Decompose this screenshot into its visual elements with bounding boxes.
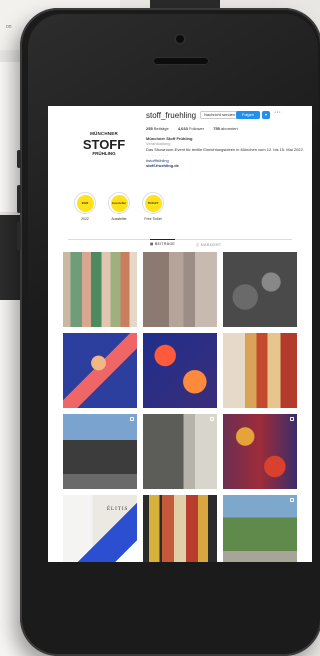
logo-line-2: STOFF: [82, 136, 126, 152]
multiple-images-icon: [130, 417, 134, 421]
followers-count[interactable]: 4,033 Follower: [178, 126, 204, 131]
highlight-ring: 2022: [74, 192, 96, 214]
highlight-cover: TICKET: [144, 194, 162, 212]
profile-header: MÜNCHNER STOFF FRÜHLING stoff_fruehling …: [48, 106, 312, 181]
post-elitis-showroom[interactable]: ÉLITIS: [63, 495, 137, 562]
post-illustrated-chair[interactable]: [63, 333, 137, 408]
bio-description: Das Showroom-Event für textile Einrichtu…: [146, 146, 304, 152]
highlight-label: 2022: [81, 217, 89, 221]
post-hanging-textiles[interactable]: [223, 333, 297, 408]
post-fabric-rolls[interactable]: [143, 252, 217, 327]
highlight-ring: Aussteller: [108, 192, 130, 214]
tab-label: MARKIERT: [200, 243, 222, 247]
highlight-cover: 2022: [76, 194, 94, 212]
post-striped-curtains[interactable]: [143, 495, 217, 562]
more-options-icon[interactable]: ···: [274, 109, 281, 116]
follow-dropdown-button[interactable]: ▾: [262, 111, 270, 119]
stat-value: 255: [146, 126, 153, 131]
highlight-free-ticket[interactable]: TICKET Free Ticket: [140, 192, 166, 221]
highlight-label: Aussteller: [111, 217, 127, 221]
bio-link[interactable]: stoff-fruehling.de: [146, 163, 306, 168]
profile-stats: 255 Beiträge 4,033 Follower 755 abonnier…: [146, 126, 246, 131]
elitis-sign-text: ÉLITIS: [107, 507, 129, 512]
highlight-cover: Aussteller: [110, 194, 128, 212]
volume-up-button: [17, 185, 21, 213]
message-button[interactable]: Nachricht senden: [200, 111, 240, 119]
highlight-2022[interactable]: 2022 2022: [72, 192, 98, 221]
multiple-images-icon: [290, 417, 294, 421]
stat-value: 4,033: [177, 126, 188, 131]
post-street-trees[interactable]: [223, 495, 297, 562]
background-text: on: [6, 24, 12, 30]
logo-line-1: MÜNCHNER: [90, 131, 118, 136]
logo-line-3: FRÜHLING: [92, 150, 116, 156]
post-colorful-fabric[interactable]: [223, 414, 297, 489]
profile-tabs: ▦ BEITRÄGE ◫ MARKIERT: [68, 239, 292, 249]
earpiece-speaker: [153, 57, 209, 65]
follow-button[interactable]: Folgen: [236, 111, 260, 119]
volume-down-button: [17, 222, 21, 250]
highlight-label: Free Ticket: [144, 217, 162, 221]
tab-tagged[interactable]: ◫ MARKIERT: [196, 241, 221, 247]
following-count[interactable]: 755 abonniert: [213, 126, 238, 131]
stat-label: abonniert: [221, 126, 238, 131]
mute-switch: [17, 150, 21, 168]
chevron-down-icon: ▾: [264, 112, 267, 117]
profile-avatar[interactable]: MÜNCHNER STOFF FRÜHLING: [82, 131, 126, 156]
post-pattern-fabric[interactable]: [143, 333, 217, 408]
story-highlights: 2022 2022 Aussteller Aussteller TICKET F…: [48, 192, 312, 236]
stat-label: Beiträge: [153, 126, 169, 131]
multiple-images-icon: [290, 498, 294, 502]
front-camera-icon: [174, 33, 186, 45]
highlight-ring: TICKET: [142, 192, 164, 214]
phone-screen: MÜNCHNER STOFF FRÜHLING stoff_fruehling …: [48, 106, 312, 562]
stat-value: 755: [213, 126, 220, 131]
posts-count[interactable]: 255 Beiträge: [146, 126, 169, 131]
highlight-aussteller[interactable]: Aussteller Aussteller: [106, 192, 132, 221]
stat-label: Follower: [188, 126, 205, 131]
post-showroom-interior[interactable]: [223, 252, 297, 327]
post-shop-front[interactable]: [143, 414, 217, 489]
multiple-images-icon: [210, 417, 214, 421]
tab-label: BEITRÄGE: [154, 242, 175, 246]
post-car-in-street[interactable]: [63, 414, 137, 489]
tab-posts[interactable]: ▦ BEITRÄGE: [150, 239, 175, 246]
profile-bio: Münchner Stoff Frühling Veranstaltung Da…: [146, 136, 306, 168]
profile-username: stoff_fruehling: [146, 111, 197, 120]
post-textile-drapes[interactable]: [63, 252, 137, 327]
